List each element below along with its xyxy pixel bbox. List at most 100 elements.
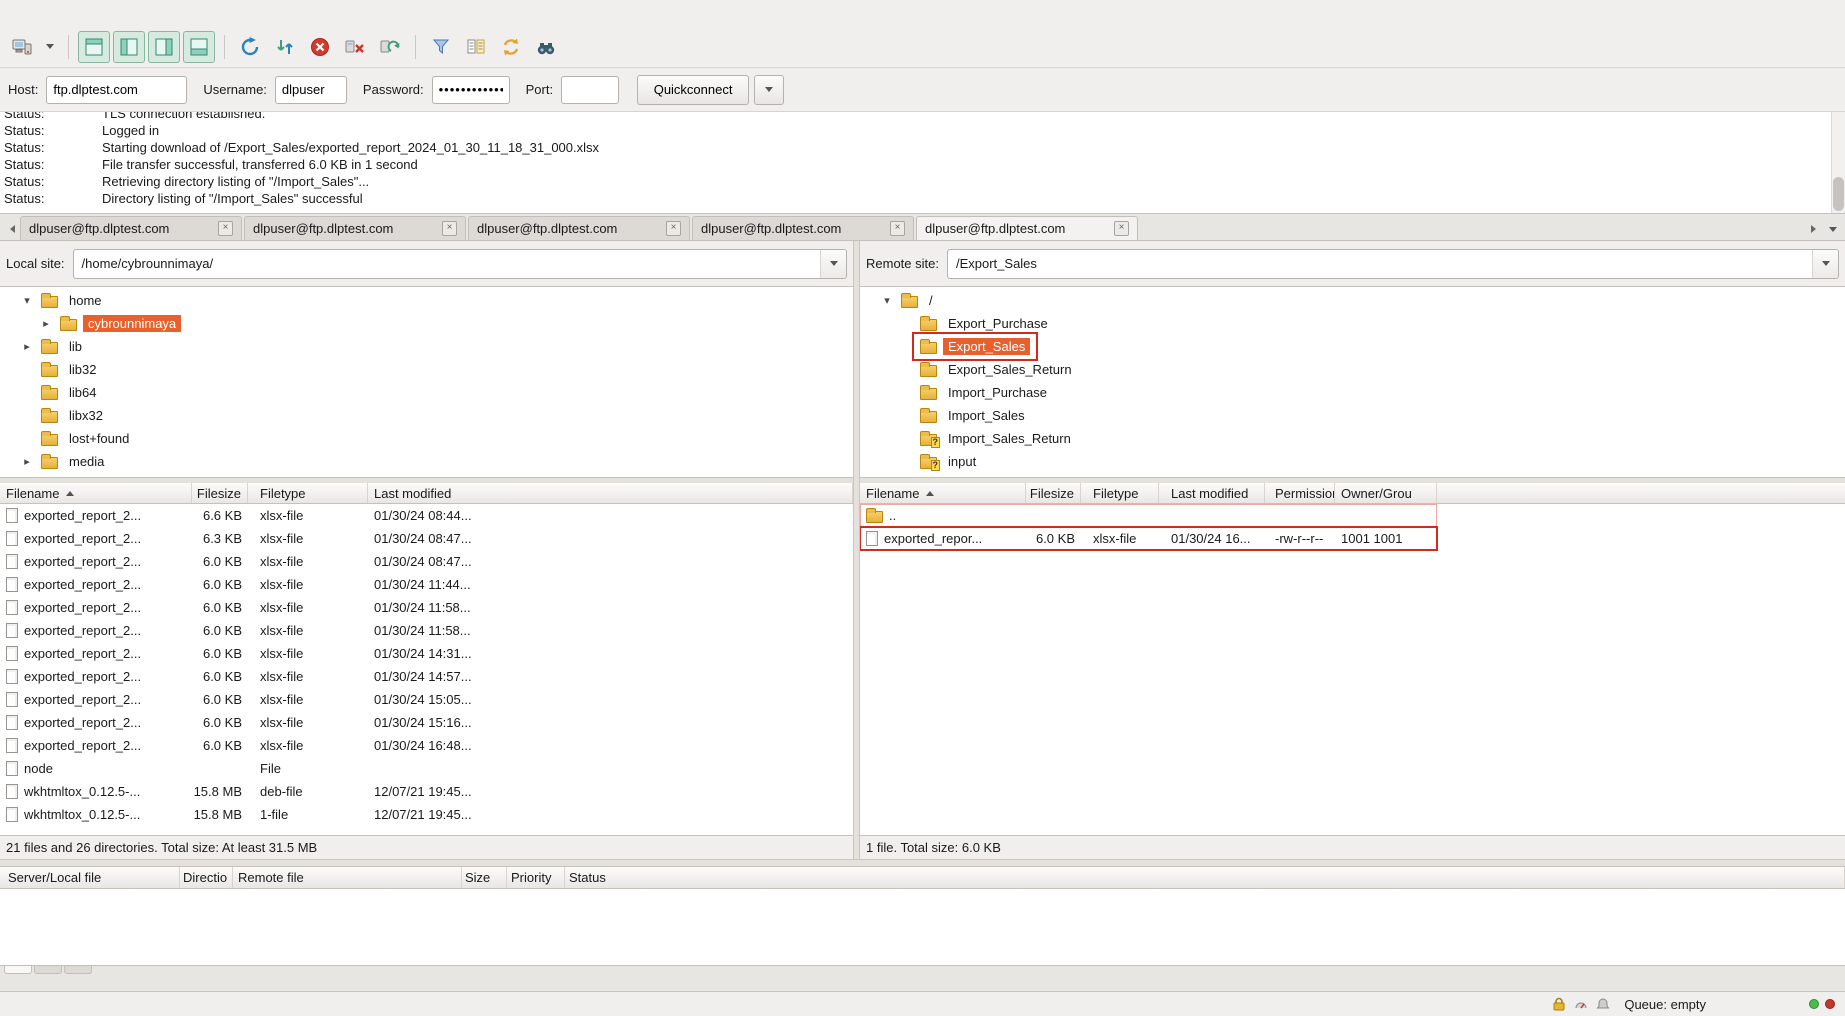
file-row[interactable]: exported_repor... 6.0 KB xlsx-file 01/30… <box>860 527 1437 550</box>
password-input[interactable] <box>432 76 510 104</box>
connection-tab[interactable]: dlpuser@ftp.dlptest.com × <box>20 216 242 240</box>
file-row[interactable]: exported_report_2... 6.0 KB xlsx-file 01… <box>0 665 853 688</box>
queue-tab[interactable] <box>34 966 62 974</box>
expander-icon[interactable]: ▸ <box>16 340 38 353</box>
file-row[interactable]: exported_report_2... 6.0 KB xlsx-file 01… <box>0 688 853 711</box>
column-header-server-local-file[interactable]: Server/Local file <box>0 867 180 888</box>
file-row[interactable]: exported_report_2... 6.0 KB xlsx-file 01… <box>0 711 853 734</box>
file-row[interactable]: exported_report_2... 6.0 KB xlsx-file 01… <box>0 573 853 596</box>
file-row[interactable]: node File <box>0 757 853 780</box>
tree-item[interactable]: Export_Purchase <box>860 312 1845 335</box>
remote-site-combobox[interactable]: /Export_Sales <box>947 249 1839 279</box>
menu-item[interactable] <box>24 9 44 17</box>
column-header-filename[interactable]: Filename <box>0 483 192 503</box>
port-input[interactable] <box>561 76 619 104</box>
column-header-last-modified[interactable]: Last modified <box>1159 483 1265 503</box>
connection-tab[interactable]: dlpuser@ftp.dlptest.com × <box>244 216 466 240</box>
column-header-priority[interactable]: Priority <box>507 867 565 888</box>
find-files-button[interactable] <box>530 31 562 63</box>
file-row[interactable]: wkhtmltox_0.12.5-... 15.8 MB 1-file 12/0… <box>0 803 853 826</box>
tree-item[interactable]: libx32 <box>0 404 853 427</box>
username-input[interactable] <box>275 76 347 104</box>
menu-item[interactable] <box>124 9 144 17</box>
expander-icon[interactable]: ▸ <box>16 455 38 468</box>
tab-close-icon[interactable]: × <box>666 221 681 236</box>
tree-item[interactable]: lost+found <box>0 427 853 450</box>
file-row[interactable]: exported_report_2... 6.0 KB xlsx-file 01… <box>0 550 853 573</box>
speed-limit-icon[interactable] <box>1574 997 1588 1011</box>
filter-button[interactable] <box>425 31 457 63</box>
file-row[interactable]: .. <box>860 504 1437 527</box>
queue-tab[interactable] <box>4 966 32 974</box>
toggle-transfer-queue-button[interactable] <box>183 31 215 63</box>
column-header-filetype[interactable]: Filetype <box>248 483 368 503</box>
menu-item[interactable] <box>64 9 84 17</box>
site-manager-button[interactable] <box>6 31 38 63</box>
tree-item[interactable]: lib32 <box>0 358 853 381</box>
synchronized-browsing-button[interactable] <box>495 31 527 63</box>
column-header-status[interactable]: Status <box>565 867 1845 888</box>
column-header-filetype[interactable]: Filetype <box>1081 483 1159 503</box>
remote-site-dropdown-button[interactable] <box>1812 250 1838 278</box>
column-header-last-modified[interactable]: Last modified <box>368 483 853 503</box>
local-site-dropdown-button[interactable] <box>820 250 846 278</box>
host-input[interactable] <box>46 76 187 104</box>
file-row[interactable]: wkhtmltox_0.12.5-... 15.8 MB deb-file 12… <box>0 780 853 803</box>
menu-item[interactable] <box>44 9 64 17</box>
menu-item[interactable] <box>104 9 124 17</box>
tree-item[interactable]: Export_Sales <box>860 335 1845 358</box>
vertical-splitter[interactable] <box>853 241 860 859</box>
tree-item[interactable]: ▸ lib <box>0 335 853 358</box>
column-header-filesize[interactable]: Filesize <box>192 483 248 503</box>
local-site-combobox[interactable]: /home/cybrounnimaya/ <box>73 249 847 279</box>
expander-icon[interactable]: ▾ <box>16 294 38 307</box>
refresh-button[interactable] <box>234 31 266 63</box>
column-header-filename[interactable]: Filename <box>860 483 1026 503</box>
process-queue-button[interactable] <box>269 31 301 63</box>
queue-tab[interactable] <box>64 966 92 974</box>
column-header-filesize[interactable]: Filesize <box>1026 483 1081 503</box>
tab-close-icon[interactable]: × <box>442 221 457 236</box>
queue-splitter[interactable] <box>0 859 1845 866</box>
file-row[interactable]: exported_report_2... 6.3 KB xlsx-file 01… <box>0 527 853 550</box>
column-header-size[interactable]: Size <box>462 867 507 888</box>
tab-close-icon[interactable]: × <box>890 221 905 236</box>
tree-item[interactable]: ? input <box>860 450 1845 473</box>
tab-scroll-left-button[interactable] <box>4 218 20 240</box>
tree-item[interactable]: lib64 <box>0 381 853 404</box>
column-header-direction[interactable]: Directio <box>180 867 233 888</box>
menu-item[interactable] <box>4 9 24 17</box>
menu-item[interactable] <box>84 9 104 17</box>
column-header-remote-file[interactable]: Remote file <box>233 867 462 888</box>
toggle-message-log-button[interactable] <box>78 31 110 63</box>
tree-item[interactable]: Export_Sales_Return <box>860 358 1845 381</box>
message-log-scrollbar[interactable] <box>1831 112 1845 213</box>
tree-item[interactable]: Import_Sales <box>860 404 1845 427</box>
file-row[interactable]: exported_report_2... 6.0 KB xlsx-file 01… <box>0 734 853 757</box>
column-header-permission[interactable]: Permission <box>1265 483 1335 503</box>
connection-tab[interactable]: dlpuser@ftp.dlptest.com × <box>692 216 914 240</box>
tree-item[interactable]: ▾ / <box>860 289 1845 312</box>
cancel-button[interactable] <box>304 31 336 63</box>
quickconnect-button[interactable]: Quickconnect <box>637 75 749 105</box>
tree-item[interactable]: ▾ home <box>0 289 853 312</box>
notifications-icon[interactable] <box>1596 997 1610 1011</box>
disconnect-button[interactable] <box>339 31 371 63</box>
tree-item[interactable]: ? Import_Sales_Return <box>860 427 1845 450</box>
tree-item[interactable]: ▸ media <box>0 450 853 473</box>
tree-item[interactable]: ▸ cybrounnimaya <box>0 312 853 335</box>
tab-list-button[interactable] <box>1825 218 1841 240</box>
tab-close-icon[interactable]: × <box>218 221 233 236</box>
tab-scroll-right-button[interactable] <box>1805 218 1821 240</box>
connection-tab[interactable]: dlpuser@ftp.dlptest.com × <box>468 216 690 240</box>
file-row[interactable]: exported_report_2... 6.6 KB xlsx-file 01… <box>0 504 853 527</box>
expander-icon[interactable]: ▾ <box>876 294 898 307</box>
file-row[interactable]: exported_report_2... 6.0 KB xlsx-file 01… <box>0 642 853 665</box>
toggle-local-tree-button[interactable] <box>113 31 145 63</box>
toggle-remote-tree-button[interactable] <box>148 31 180 63</box>
expander-icon[interactable]: ▸ <box>35 317 57 330</box>
directory-comparison-button[interactable] <box>460 31 492 63</box>
tree-item[interactable]: Import_Purchase <box>860 381 1845 404</box>
column-header-owner-group[interactable]: Owner/Grou <box>1335 483 1437 503</box>
file-row[interactable]: exported_report_2... 6.0 KB xlsx-file 01… <box>0 596 853 619</box>
